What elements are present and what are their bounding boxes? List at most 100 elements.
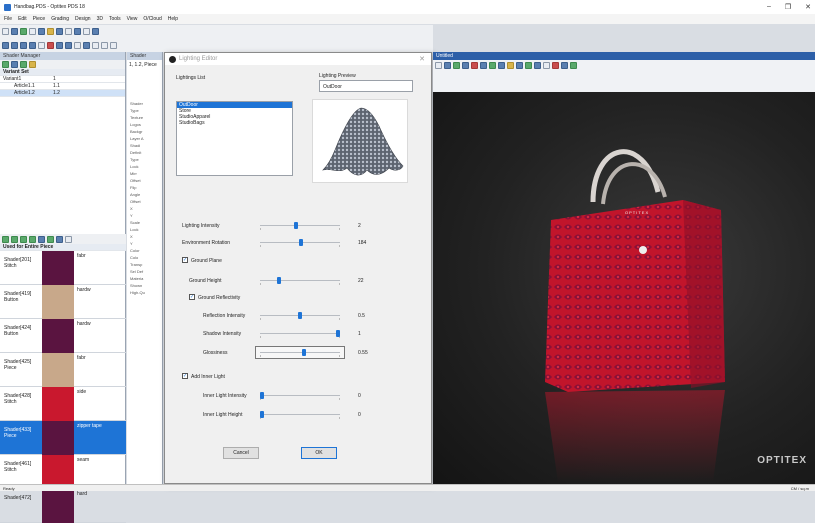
shader-swatch[interactable] bbox=[42, 251, 74, 285]
cut-tool-icon[interactable] bbox=[92, 28, 99, 35]
shader-row[interactable]: Shader[424] Button hardw bbox=[0, 319, 126, 353]
table-icon[interactable] bbox=[20, 41, 27, 49]
view-tool-icon[interactable] bbox=[552, 62, 559, 69]
shader-row[interactable]: Shader[433] Piece zipper tape bbox=[0, 421, 126, 455]
new-variant-icon[interactable] bbox=[20, 61, 27, 68]
grade-tool-icon[interactable] bbox=[11, 28, 18, 35]
maximize-button[interactable]: ❐ bbox=[785, 3, 791, 11]
view-tool-icon[interactable] bbox=[480, 62, 487, 69]
shader-swatch[interactable] bbox=[42, 353, 74, 387]
view-tool-icon[interactable] bbox=[507, 62, 514, 69]
notch-tool-icon[interactable] bbox=[47, 28, 54, 35]
add-variant-icon[interactable] bbox=[2, 61, 9, 68]
shader-row[interactable]: Shader[472] hard bbox=[0, 489, 126, 523]
menu-tools[interactable]: Tools bbox=[109, 16, 121, 22]
reflection-intensity-slider[interactable] bbox=[260, 312, 340, 320]
slider-thumb[interactable] bbox=[294, 222, 298, 229]
shader-swatch[interactable] bbox=[42, 421, 74, 455]
menu-ocloud[interactable]: O/Cloud bbox=[143, 16, 161, 22]
variant-row[interactable]: Variant1 1 bbox=[0, 76, 125, 83]
point-tool-icon[interactable] bbox=[29, 28, 36, 35]
shader-swatch[interactable] bbox=[42, 285, 74, 319]
menu-edit[interactable]: Edit bbox=[18, 16, 27, 22]
slider-thumb[interactable] bbox=[260, 392, 264, 399]
shader-swatch[interactable] bbox=[42, 489, 74, 523]
slider-thumb[interactable] bbox=[298, 312, 302, 319]
ground-plane-checkbox[interactable]: ✓ bbox=[182, 257, 188, 263]
piece-tool-icon[interactable] bbox=[20, 28, 27, 35]
shader-tool-7-icon[interactable] bbox=[56, 235, 63, 243]
shadow-intensity-slider[interactable] bbox=[260, 330, 340, 338]
inner-light-intensity-slider[interactable] bbox=[260, 392, 340, 400]
view-tool-icon[interactable] bbox=[444, 62, 451, 69]
cancel-button[interactable]: Cancel bbox=[223, 447, 259, 459]
tool-f-icon[interactable] bbox=[83, 41, 90, 49]
rotate-tool-icon[interactable] bbox=[74, 28, 81, 35]
shader-row[interactable]: Shader[425] Piece fabr bbox=[0, 353, 126, 387]
slider-thumb[interactable] bbox=[260, 411, 264, 418]
tool-g-icon[interactable] bbox=[92, 41, 99, 49]
shader-swatch[interactable] bbox=[42, 387, 74, 421]
view-tool-icon[interactable] bbox=[516, 62, 523, 69]
shader-tool-8-icon[interactable] bbox=[65, 235, 72, 243]
tool-d-icon[interactable] bbox=[65, 41, 72, 49]
tool-i-icon[interactable] bbox=[110, 41, 117, 49]
menu-help[interactable]: Help bbox=[168, 16, 178, 22]
shader-tool-3-icon[interactable] bbox=[20, 235, 27, 243]
tool-e-icon[interactable] bbox=[74, 41, 81, 49]
shader-row[interactable]: Shader[428] Stitch side bbox=[0, 387, 126, 421]
view-tool-icon[interactable] bbox=[453, 62, 460, 69]
view-tool-icon[interactable] bbox=[570, 62, 577, 69]
view-tool-icon[interactable] bbox=[498, 62, 505, 69]
shader-tool-2-icon[interactable] bbox=[11, 235, 18, 243]
inner-light-height-slider[interactable] bbox=[260, 411, 340, 419]
tool-c-icon[interactable] bbox=[56, 41, 63, 49]
curve-tool-icon[interactable] bbox=[38, 28, 45, 35]
menu-view[interactable]: View bbox=[127, 16, 138, 22]
tool-b-icon[interactable] bbox=[47, 41, 54, 49]
variant-row[interactable]: Article1.2 1.2 bbox=[0, 90, 125, 97]
ground-height-slider[interactable] bbox=[260, 277, 340, 285]
slider-thumb[interactable] bbox=[299, 239, 303, 246]
view-tool-icon[interactable] bbox=[471, 62, 478, 69]
shader-tool-6-icon[interactable] bbox=[47, 235, 54, 243]
view-tool-icon[interactable] bbox=[435, 62, 442, 69]
menu-file[interactable]: File bbox=[4, 16, 12, 22]
lightings-list[interactable]: OutDoor Store StudioApparel StudioBags bbox=[176, 101, 293, 176]
shader-row[interactable]: Shader[201] Stitch fabr bbox=[0, 251, 126, 285]
view-tool-icon[interactable] bbox=[489, 62, 496, 69]
view-tool-icon[interactable] bbox=[534, 62, 541, 69]
draw-tool-icon[interactable] bbox=[2, 28, 9, 35]
environment-rotation-slider[interactable] bbox=[260, 239, 340, 247]
shader-tool-1-icon[interactable] bbox=[2, 235, 9, 243]
text-tool-icon[interactable] bbox=[56, 28, 63, 35]
tool-h-icon[interactable] bbox=[101, 41, 108, 49]
tool-a-icon[interactable] bbox=[38, 41, 45, 49]
view-tool-icon[interactable] bbox=[525, 62, 532, 69]
variant-row[interactable]: Article1.1 1.1 bbox=[0, 83, 125, 90]
slider-thumb[interactable] bbox=[336, 330, 340, 337]
menu-design[interactable]: Design bbox=[75, 16, 91, 22]
lighting-intensity-slider[interactable] bbox=[260, 222, 340, 230]
slider-thumb[interactable] bbox=[302, 349, 306, 356]
3d-canvas[interactable]: OPTITEX OPTITEX bbox=[433, 92, 815, 484]
view-tool-icon[interactable] bbox=[462, 62, 469, 69]
dialog-close-button[interactable]: ✕ bbox=[419, 55, 425, 63]
close-button[interactable]: ✕ bbox=[805, 3, 811, 11]
add-inner-light-checkbox[interactable]: ✓ bbox=[182, 373, 188, 379]
shader-row[interactable]: Shader[419] Button hardw bbox=[0, 285, 126, 319]
shader-tool-5-icon[interactable] bbox=[38, 235, 45, 243]
ok-button[interactable]: OK bbox=[301, 447, 337, 459]
lighting-item-studiobags[interactable]: StudioBags bbox=[177, 120, 292, 126]
measure-tool-icon[interactable] bbox=[65, 28, 72, 35]
copy-variant-icon[interactable] bbox=[11, 61, 18, 68]
glossiness-slider[interactable] bbox=[260, 349, 340, 357]
view-tool-icon[interactable] bbox=[543, 62, 550, 69]
grid-view-icon[interactable] bbox=[2, 41, 9, 49]
shader-icon[interactable] bbox=[29, 61, 36, 68]
slider-thumb[interactable] bbox=[277, 277, 281, 284]
minimize-button[interactable]: – bbox=[767, 3, 771, 11]
shader-swatch[interactable] bbox=[42, 319, 74, 353]
menu-grading[interactable]: Grading bbox=[51, 16, 69, 22]
menu-3d[interactable]: 3D bbox=[97, 16, 103, 22]
